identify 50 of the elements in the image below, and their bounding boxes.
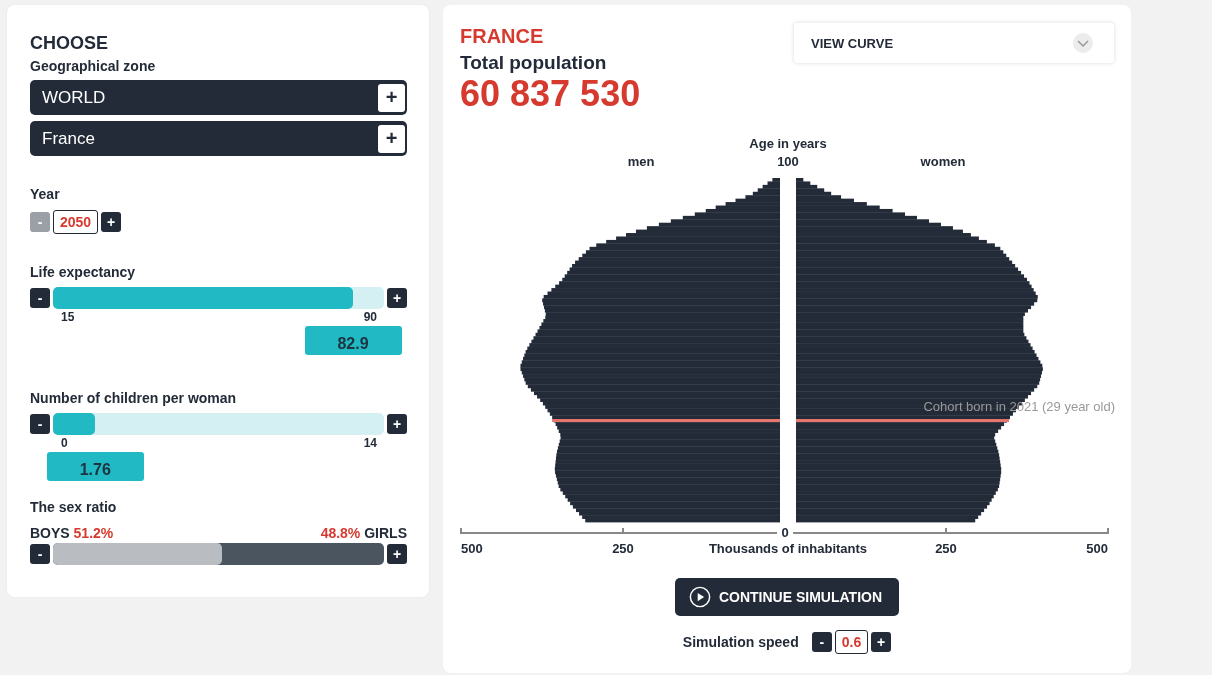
plus-button[interactable]: + [387, 288, 407, 308]
year-value: 2050 [53, 210, 99, 234]
girls-label: 48.8% GIRLS [320, 525, 407, 541]
max-label: 14 [363, 436, 377, 450]
tick-label: 500 [1086, 541, 1108, 556]
min-label: 15 [61, 310, 75, 324]
series-label: men [627, 154, 655, 169]
ratio-bar[interactable] [53, 543, 384, 565]
population-value: 60 837 530 [460, 74, 641, 114]
plus-button[interactable]: + [387, 414, 407, 434]
plus-button[interactable]: + [378, 124, 405, 153]
play-icon [688, 586, 711, 608]
minus-button[interactable]: - [30, 414, 50, 434]
minus-button[interactable]: - [30, 544, 50, 564]
field-label: The sex ratio [30, 499, 118, 515]
axis-title: Age in years [749, 136, 827, 151]
value-bubble: 82.9 [304, 326, 402, 355]
field-label: Geographical zone [30, 58, 157, 74]
plus-button[interactable]: + [378, 83, 405, 112]
series-label: women [920, 154, 966, 169]
minus-button[interactable]: - [30, 288, 50, 308]
min-label: 0 [61, 436, 68, 450]
minus-button[interactable]: - [811, 632, 832, 652]
tick-label: 100 [777, 154, 799, 169]
plus-button[interactable]: + [101, 212, 122, 232]
panel-title: CHOOSE [30, 33, 109, 54]
tick-label: 0 [781, 525, 789, 540]
country-name: FRANCE [460, 25, 545, 48]
slider-track[interactable] [53, 413, 384, 435]
slider-fill[interactable] [53, 413, 95, 435]
subtitle: Total population [460, 52, 608, 74]
tick-label: 500 [461, 541, 483, 556]
field-label: Life expectancy [30, 264, 137, 280]
max-label: 90 [363, 310, 377, 324]
tick-label: 250 [935, 541, 957, 556]
field-label: Year [30, 186, 61, 202]
field-label: Simulation speed [682, 634, 799, 650]
speed-value: 0.6 [834, 630, 869, 654]
plus-button[interactable]: + [387, 544, 407, 564]
continue-simulation-button[interactable]: CONTINUE SIMULATION [674, 578, 900, 616]
view-dropdown[interactable]: VIEW CURVE [794, 23, 1114, 63]
plus-button[interactable]: + [871, 632, 892, 652]
tick-label: 250 [612, 541, 634, 556]
value-bubble: 1.76 [46, 452, 144, 481]
boys-label: BOYS 51.2% [30, 525, 114, 541]
zone-selector[interactable]: WORLD + [30, 80, 407, 115]
axis-title: Thousands of inhabitants [708, 541, 868, 556]
chevron-down-icon [1072, 32, 1094, 54]
field-label: Number of children per woman [30, 390, 238, 406]
zone-selector[interactable]: France + [30, 121, 407, 156]
